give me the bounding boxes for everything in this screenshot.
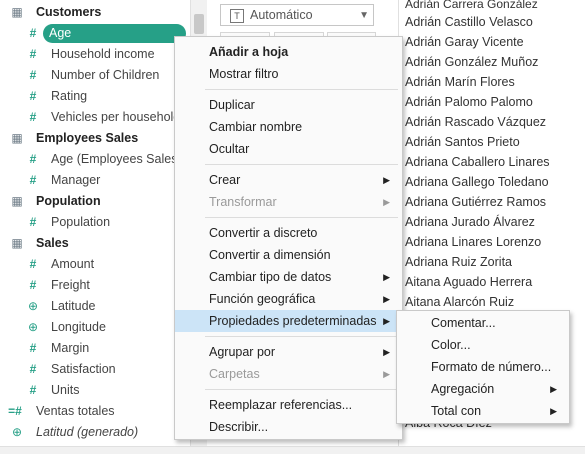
menu-item-describe[interactable]: Describir...: [175, 416, 402, 438]
list-item: Adrián Palomo Palomo: [405, 95, 533, 109]
submenu-item-aggregation[interactable]: Agregación ▶: [397, 378, 569, 400]
menu-separator: [205, 164, 398, 165]
menu-item-default-properties[interactable]: Propiedades predeterminadas ▶: [175, 310, 402, 332]
chevron-right-icon: ▶: [383, 316, 390, 326]
measure-hash-icon: #: [29, 110, 37, 124]
data-pane: ▦ Customers Age # # Household income # N…: [0, 0, 190, 453]
globe-icon: ⊕: [27, 320, 39, 334]
chevron-down-icon: ▼: [359, 10, 369, 21]
chevron-right-icon: ▶: [383, 347, 390, 357]
menu-item-hide[interactable]: Ocultar: [175, 138, 402, 160]
list-item: Adriana Caballero Linares: [405, 155, 550, 169]
list-item: Adriana Gutiérrez Ramos: [405, 195, 547, 209]
list-item: Aitana Aguado Herrera: [405, 275, 533, 289]
list-item: Adrián Garay Vicente: [405, 35, 524, 49]
submenu-item-color[interactable]: Color...: [397, 334, 569, 356]
menu-item-group-by[interactable]: Agrupar por ▶: [175, 341, 402, 363]
marks-type-select[interactable]: T Automático ▼: [220, 4, 374, 26]
measure-hash-icon: #: [29, 89, 37, 103]
menu-item-convert-to-dimension[interactable]: Convertir a dimensión: [175, 244, 402, 266]
calculated-measure-icon: =#: [8, 404, 22, 418]
field-age-selected[interactable]: Age: [43, 24, 186, 43]
list-item: Adrián Rascado Vázquez: [405, 115, 547, 129]
submenu-item-number-format[interactable]: Formato de número...: [397, 356, 569, 378]
list-item: Adrián Marín Flores: [405, 75, 515, 89]
list-item: Aitana Alarcón Ruiz: [405, 295, 515, 309]
list-item: Adrián Santos Prieto: [405, 135, 520, 149]
menu-item-convert-to-discrete[interactable]: Convertir a discreto: [175, 222, 402, 244]
menu-item-folders: Carpetas ▶: [175, 363, 402, 385]
menu-item-add-to-sheet[interactable]: Añadir a hoja: [175, 41, 402, 63]
measure-hash-icon: #: [29, 215, 37, 229]
list-item: Adriana Linares Lorenzo: [405, 235, 542, 249]
menu-separator: [205, 336, 398, 337]
menu-item-geographic-role[interactable]: Función geográfica ▶: [175, 288, 402, 310]
table-icon: ▦: [11, 5, 23, 19]
submenu-item-total-using[interactable]: Total con ▶: [397, 400, 569, 422]
measure-hash-icon: #: [29, 47, 37, 61]
submenu-item-comment[interactable]: Comentar...: [397, 312, 569, 334]
menu-item-rename[interactable]: Cambiar nombre: [175, 116, 402, 138]
measure-hash-icon: #: [29, 257, 37, 271]
chevron-right-icon: ▶: [383, 197, 390, 207]
chevron-right-icon: ▶: [550, 406, 557, 416]
default-properties-submenu: Comentar... Color... Formato de número..…: [396, 310, 570, 424]
table-icon: ▦: [11, 131, 23, 145]
measure-hash-icon: #: [29, 173, 37, 187]
globe-icon: ⊕: [27, 299, 39, 313]
menu-item-show-filter[interactable]: Mostrar filtro: [175, 63, 402, 85]
chevron-right-icon: ▶: [550, 384, 557, 394]
scrollbar-thumb[interactable]: [194, 14, 204, 34]
measure-hash-icon: #: [29, 278, 37, 292]
menu-separator: [205, 89, 398, 90]
measure-hash-icon: #: [29, 341, 37, 355]
table-icon: ▦: [11, 194, 23, 208]
globe-icon: ⊕: [11, 425, 23, 439]
chevron-right-icon: ▶: [383, 294, 390, 304]
chevron-right-icon: ▶: [383, 369, 390, 379]
list-item: Adriana Ruiz Zorita: [405, 255, 512, 269]
menu-separator: [205, 217, 398, 218]
list-item: Adriana Gallego Toledano: [405, 175, 549, 189]
chevron-right-icon: ▶: [383, 175, 390, 185]
field-context-menu: Añadir a hoja Mostrar filtro Duplicar Ca…: [174, 36, 403, 440]
menu-item-transform: Transformar ▶: [175, 191, 402, 213]
measure-hash-icon: #: [29, 68, 37, 82]
measure-hash-icon: #: [29, 152, 37, 166]
chevron-right-icon: ▶: [383, 272, 390, 282]
menu-item-duplicate[interactable]: Duplicar: [175, 94, 402, 116]
measure-hash-icon: #: [29, 362, 37, 376]
menu-item-change-data-type[interactable]: Cambiar tipo de datos ▶: [175, 266, 402, 288]
measure-hash-icon: #: [29, 383, 37, 397]
list-item: Adriana Jurado Álvarez: [405, 215, 535, 229]
table-icon: ▦: [11, 236, 23, 250]
automatic-mark-icon: T: [230, 9, 244, 23]
menu-item-create[interactable]: Crear ▶: [175, 169, 402, 191]
list-item: Adrián González Muñoz: [405, 55, 539, 69]
menu-item-replace-references[interactable]: Reemplazar referencias...: [175, 394, 402, 416]
measure-hash-icon: #: [29, 26, 37, 40]
menu-separator: [205, 389, 398, 390]
list-item: Adrián Castillo Velasco: [405, 15, 533, 29]
